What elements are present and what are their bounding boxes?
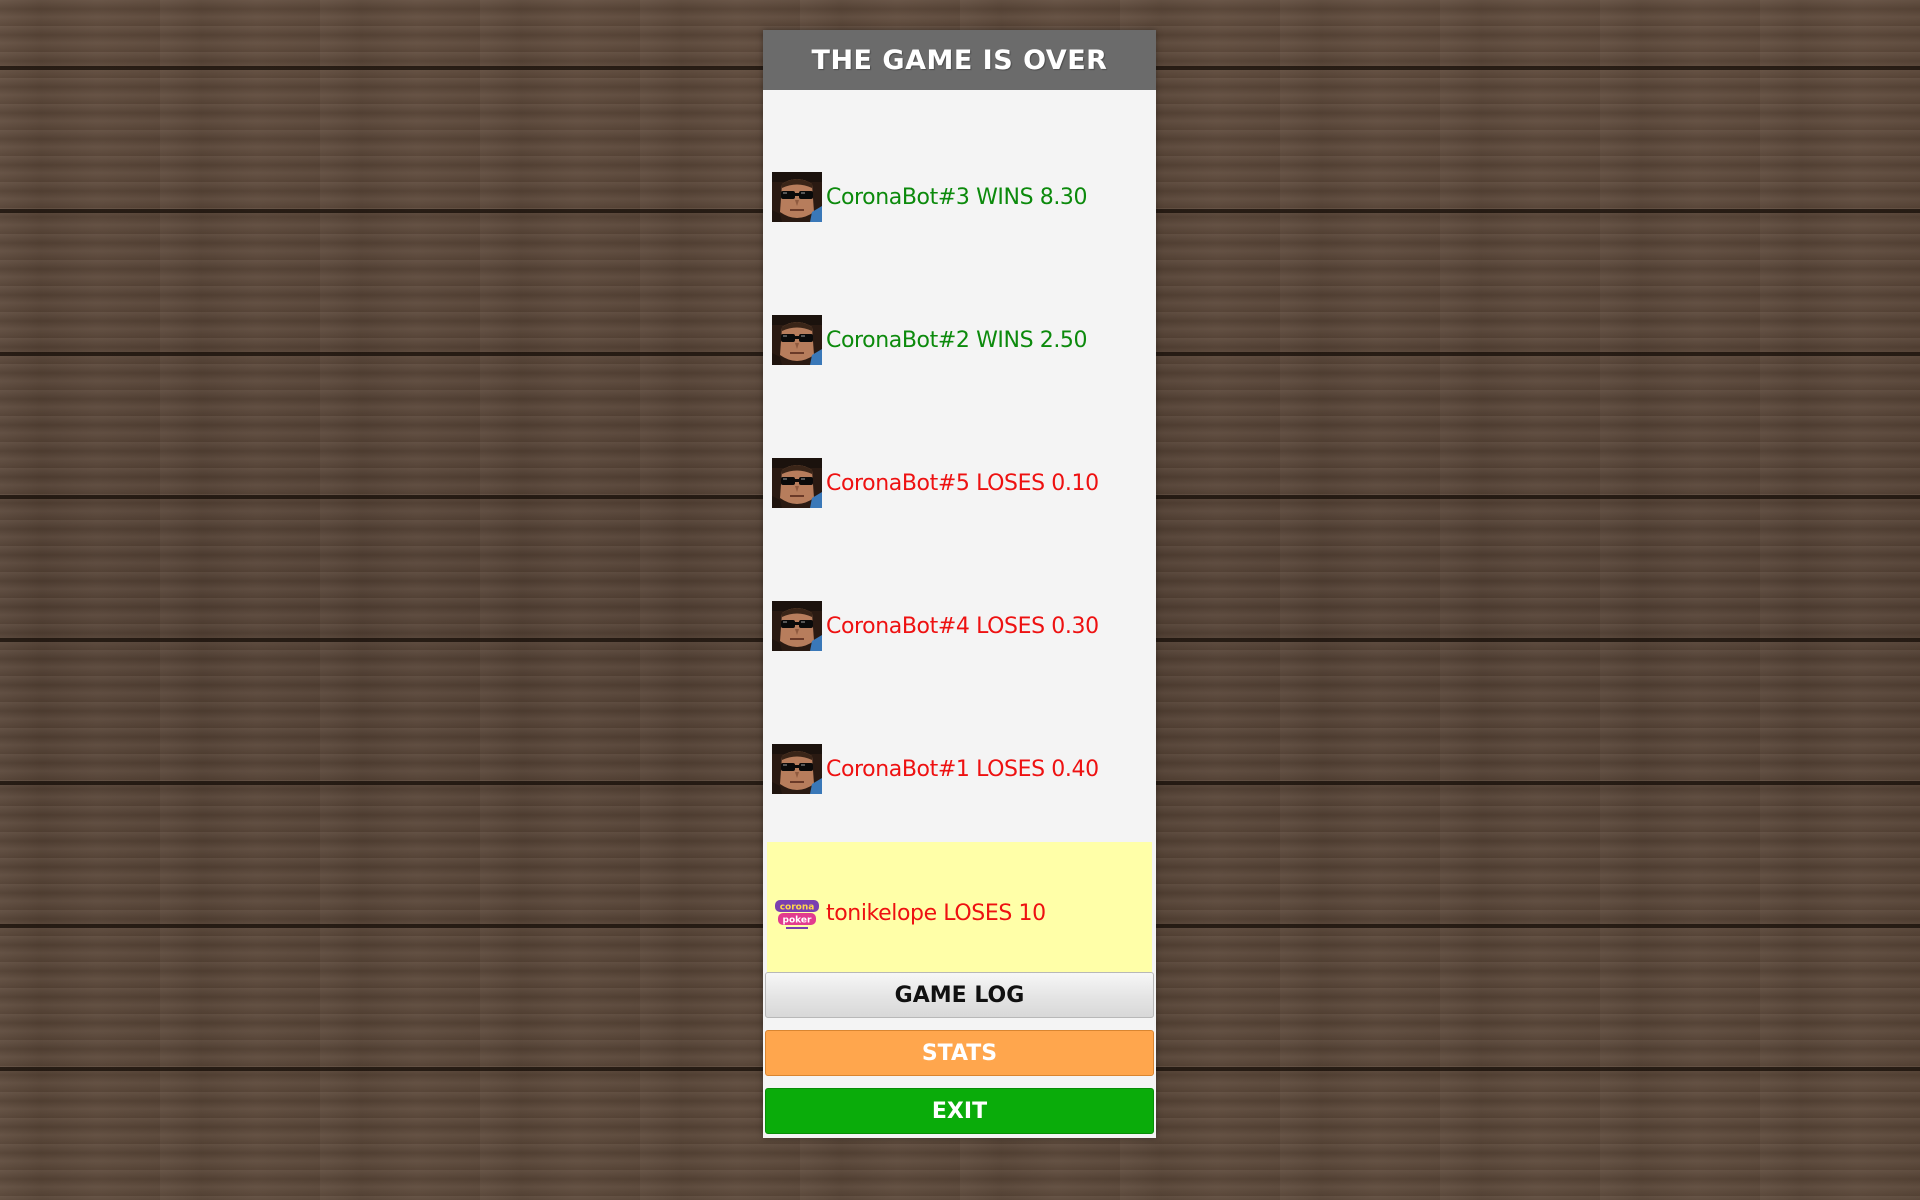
bot-avatar-icon [772, 315, 822, 365]
result-text: CoronaBot#4 LOSES 0.30 [826, 613, 1099, 639]
result-row: CoronaBot#2 WINS 2.50 [767, 269, 1152, 411]
corona-poker-logo-icon: corona poker [775, 900, 819, 929]
bot-avatar-icon [772, 172, 822, 222]
results-list: CoronaBot#3 WINS 8.30 CoronaBot#2 WINS 2… [763, 90, 1156, 990]
logo-text-line1: corona [780, 903, 815, 913]
result-text: CoronaBot#1 LOSES 0.40 [826, 756, 1099, 782]
result-row: CoronaBot#5 LOSES 0.10 [767, 412, 1152, 554]
exit-button[interactable]: EXIT [765, 1088, 1154, 1134]
dialog-title: THE GAME IS OVER [763, 30, 1156, 90]
result-row: CoronaBot#3 WINS 8.30 [767, 126, 1152, 268]
game-log-button[interactable]: GAME LOG [765, 972, 1154, 1018]
game-over-dialog: THE GAME IS OVER CoronaBot#3 WINS 8.30 C… [763, 30, 1156, 1138]
result-row: CoronaBot#1 LOSES 0.40 [767, 698, 1152, 840]
result-text: CoronaBot#5 LOSES 0.10 [826, 470, 1099, 496]
stats-button[interactable]: STATS [765, 1030, 1154, 1076]
result-text: CoronaBot#3 WINS 8.30 [826, 184, 1088, 210]
result-row-current-player: corona poker tonikelope LOSES 10 [767, 842, 1152, 984]
result-row: CoronaBot#4 LOSES 0.30 [767, 555, 1152, 697]
bot-avatar-icon [772, 744, 822, 794]
bot-avatar-icon [772, 458, 822, 508]
result-text: CoronaBot#2 WINS 2.50 [826, 327, 1088, 353]
result-text: tonikelope LOSES 10 [826, 900, 1046, 926]
logo-text-line2: poker [783, 916, 812, 926]
bot-avatar-icon [772, 601, 822, 651]
